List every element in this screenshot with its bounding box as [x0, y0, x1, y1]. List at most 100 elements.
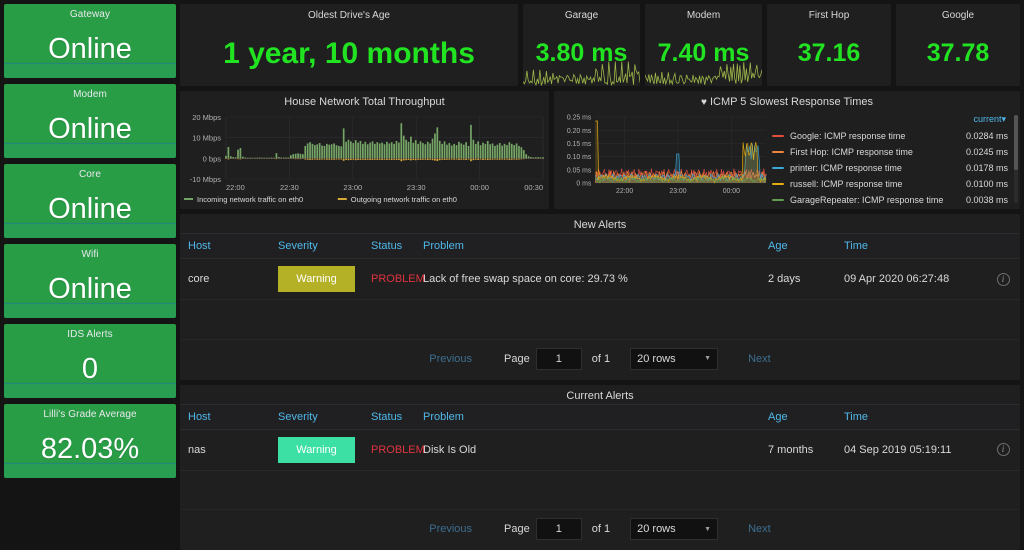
icmp-legend-item[interactable]: Google: ICMP response time 0.0284 ms [772, 128, 1018, 144]
column-header-severity[interactable]: Severity [270, 233, 363, 259]
icmp-legend-item[interactable]: First Hop: ICMP response time 0.0245 ms [772, 144, 1018, 160]
total-pages-label: of 1 [591, 523, 611, 535]
svg-text:Outgoing network traffic on et: Outgoing network traffic on eth0 [351, 195, 457, 204]
stat-value: Online [48, 112, 132, 145]
rows-per-page-select[interactable]: 20 rows ▼ [630, 518, 719, 540]
sidebar-stat-wifi[interactable]: Wifi Online [4, 244, 176, 318]
column-header-host[interactable]: Host [180, 403, 270, 430]
column-header-status[interactable]: Status [363, 233, 415, 259]
icmp-panel[interactable]: ♥ ICMP 5 Slowest Response Times 0.25 ms 0.… [554, 91, 1020, 209]
svg-text:0.25 ms: 0.25 ms [567, 115, 592, 122]
column-header-info [986, 403, 1020, 430]
page-number-input[interactable] [535, 347, 582, 370]
cell-severity: Warning [270, 429, 363, 471]
sidebar-stat-column: Gateway Online Modem Online Core Online Wifi On… [4, 4, 176, 550]
svg-text:23:00: 23:00 [343, 183, 362, 192]
sidebar-stat-lilli-s-grade-average[interactable]: Lilli's Grade Average 82.03% [4, 404, 176, 478]
column-header-info [986, 233, 1020, 259]
icmp-title-text: ICMP 5 Slowest Response Times [709, 96, 873, 108]
stat-panel-first-hop[interactable]: First Hop 37.16 [767, 4, 891, 86]
stat-value: Online [48, 192, 132, 225]
info-circle-icon[interactable]: i [996, 272, 1010, 286]
column-header-severity[interactable]: Severity [270, 403, 363, 430]
cell-info[interactable]: i [986, 258, 1020, 300]
stat-panel-modem[interactable]: Modem 7.40 ms [645, 4, 762, 86]
throughput-panel-title: House Network Total Throughput [284, 96, 445, 108]
svg-text:0.05 ms: 0.05 ms [567, 167, 592, 174]
cell-info[interactable]: i [986, 429, 1020, 471]
sidebar-stat-core[interactable]: Core Online [4, 164, 176, 238]
column-header-time[interactable]: Time [836, 403, 986, 430]
total-pages-label: of 1 [591, 352, 611, 365]
svg-text:23:00: 23:00 [669, 188, 686, 195]
table-header-row: Host Severity Status Problem Age Time [180, 403, 1020, 430]
stat-title: Lilli's Grade Average [43, 409, 137, 420]
table-header-row: Host Severity Status Problem Age Time [180, 233, 1020, 259]
series-current-value: 0.0284 ms [965, 131, 1008, 141]
status-badge: Warning [278, 436, 355, 463]
stat-title: Core [78, 169, 102, 180]
cell-age: 2 days [760, 258, 836, 300]
cell-severity: Warning [270, 258, 363, 300]
column-header-age[interactable]: Age [760, 233, 836, 259]
icmp-legend-item[interactable]: GarageRepeater: ICMP response time 0.0038… [772, 192, 1018, 207]
series-label: russell: ICMP response time [790, 179, 903, 189]
throughput-panel[interactable]: House Network Total Throughput 20 Mbps 10… [180, 91, 549, 209]
icmp-legend-sort-header[interactable]: current▾ [772, 113, 1018, 128]
info-circle-icon[interactable]: i [996, 443, 1010, 456]
icmp-legend-scrollbar[interactable] [1014, 115, 1018, 203]
column-header-problem[interactable]: Problem [415, 403, 760, 430]
previous-page-button[interactable]: Previous [403, 349, 498, 369]
heart-icon[interactable]: ♥ [701, 97, 707, 108]
svg-text:20 Mbps: 20 Mbps [192, 113, 221, 122]
stat-panel-google[interactable]: Google 37.78 [896, 4, 1020, 86]
svg-text:0 bps: 0 bps [203, 154, 222, 163]
next-page-button[interactable]: Next [722, 349, 797, 369]
sidebar-stat-gateway[interactable]: Gateway Online [4, 4, 176, 78]
chevron-down-icon: ▼ [704, 525, 712, 533]
stat-sparkline [523, 60, 640, 86]
column-header-status[interactable]: Status [363, 403, 415, 430]
new-alerts-title: New Alerts [573, 219, 627, 231]
column-header-age[interactable]: Age [760, 403, 836, 430]
icmp-panel-title: ♥ ICMP 5 Slowest Response Times [554, 91, 1020, 110]
cell-age: 7 months [760, 429, 836, 471]
column-header-problem[interactable]: Problem [415, 233, 760, 259]
table-row[interactable]: core Warning PROBLEM Lack of free swap spac… [180, 258, 1020, 300]
sidebar-stat-ids-alerts[interactable]: IDS Alerts 0 [4, 324, 176, 398]
icmp-chart[interactable]: 0.25 ms 0.20 ms 0.15 ms 0.10 ms 0.05 ms 0 ms 2… [554, 111, 770, 209]
icmp-legend-item[interactable]: russell: ICMP response time 0.0100 ms [772, 176, 1018, 192]
stat-panel-garage[interactable]: Garage 3.80 ms [523, 4, 640, 86]
cell-problem: Disk Is Old [415, 429, 760, 471]
svg-text:22:30: 22:30 [280, 183, 299, 192]
cell-status: PROBLEM [363, 429, 425, 471]
stat-value: 82.03% [40, 432, 140, 465]
page-number-input[interactable] [535, 518, 582, 540]
series-color-swatch [772, 151, 784, 153]
sidebar-stat-modem[interactable]: Modem Online [4, 84, 176, 158]
graph-row: House Network Total Throughput 20 Mbps 10… [180, 91, 1020, 209]
stat-title: Modem [73, 89, 107, 100]
table-row[interactable]: nas Warning PROBLEM Disk Is Old 7 months 04 S… [180, 429, 1020, 471]
cell-problem: Lack of free swap space on core: 29.73 % [415, 258, 760, 300]
series-current-value: 0.0100 ms [965, 179, 1008, 189]
series-label: Google: ICMP response time [790, 131, 906, 141]
cell-status: PROBLEM [363, 258, 425, 300]
previous-page-button[interactable]: Previous [403, 519, 498, 539]
top-stat-row: Oldest Drive's Age 1 year, 10 months Garag… [180, 4, 1020, 86]
stat-title: IDS Alerts [67, 329, 113, 340]
icmp-legend[interactable]: current▾ Google: ICMP response time 0.0284… [772, 113, 1018, 207]
next-page-button[interactable]: Next [722, 519, 797, 539]
stat-title: Modem [686, 10, 721, 21]
current-alerts-table: Host Severity Status Problem Age Time nas Warn… [180, 403, 1020, 471]
rows-per-page-select[interactable]: 20 rows ▼ [630, 347, 719, 370]
column-header-time[interactable]: Time [836, 233, 986, 259]
column-header-host[interactable]: Host [180, 233, 270, 259]
icmp-legend-item[interactable]: printer: ICMP response time 0.0178 ms [772, 160, 1018, 176]
svg-text:0.10 ms: 0.10 ms [567, 154, 592, 161]
problem-status-text: PROBLEM [371, 273, 425, 285]
stat-value: Online [48, 32, 132, 65]
stat-title: Google [941, 10, 975, 21]
stat-panel-oldest-drive-s-age[interactable]: Oldest Drive's Age 1 year, 10 months [180, 4, 518, 86]
throughput-chart[interactable]: 20 Mbps 10 Mbps 0 bps -10 Mbps 22:00 22:30 23:… [180, 111, 549, 209]
